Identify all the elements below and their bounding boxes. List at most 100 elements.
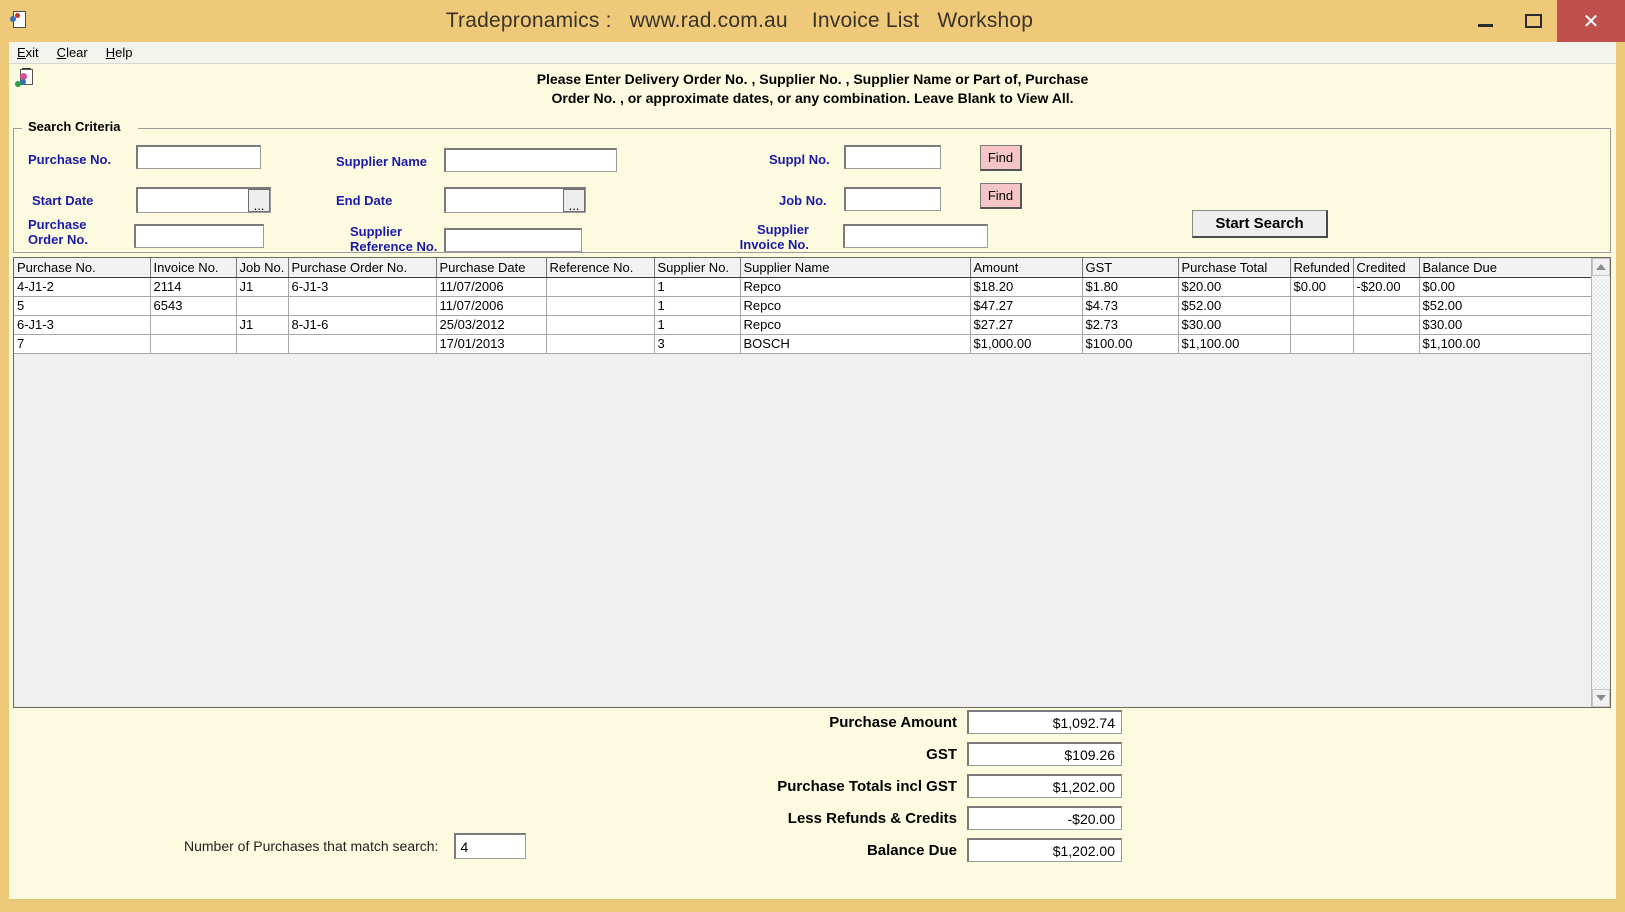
- total-value[interactable]: [967, 774, 1122, 798]
- table-cell[interactable]: [1290, 334, 1354, 354]
- table-cell[interactable]: [546, 334, 655, 354]
- find-supplier-button[interactable]: Find: [980, 145, 1022, 171]
- table-cell[interactable]: J1: [236, 277, 289, 297]
- table-cell[interactable]: $1,100.00: [1419, 334, 1591, 354]
- table-cell[interactable]: $27.27: [970, 315, 1083, 335]
- table-cell[interactable]: -$20.00: [1353, 277, 1420, 297]
- supplier-name-input[interactable]: [444, 148, 617, 172]
- table-cell[interactable]: 1: [654, 277, 741, 297]
- end-date-picker-button[interactable]: ...: [563, 189, 585, 212]
- start-date-picker-button[interactable]: ...: [248, 189, 270, 212]
- table-cell[interactable]: $2.73: [1082, 315, 1179, 335]
- suppl-no-input[interactable]: [844, 145, 941, 169]
- table-cell[interactable]: $47.27: [970, 296, 1083, 316]
- table-cell[interactable]: [546, 277, 655, 297]
- table-cell[interactable]: 5: [14, 296, 151, 316]
- table-cell[interactable]: $0.00: [1290, 277, 1354, 297]
- grid-column-header[interactable]: Credited: [1353, 258, 1420, 278]
- grid-column-header[interactable]: Purchase No.: [14, 258, 151, 278]
- menu-item-clear[interactable]: Clear: [57, 45, 88, 60]
- table-cell[interactable]: $1,000.00: [970, 334, 1083, 354]
- table-cell[interactable]: Repco: [740, 277, 971, 297]
- menu-item-help[interactable]: Help: [106, 45, 133, 60]
- supplier-reference-no-input[interactable]: [444, 228, 582, 252]
- grid-column-header[interactable]: Supplier Name: [740, 258, 971, 278]
- table-cell[interactable]: 11/07/2006: [436, 277, 547, 297]
- grid-column-header[interactable]: GST: [1082, 258, 1179, 278]
- table-row[interactable]: 6-J1-3 J1 8-J1-6 25/03/2012 1 Repco $27.27 $2.7…: [14, 315, 1591, 335]
- table-cell[interactable]: [150, 315, 237, 335]
- table-cell[interactable]: 6-J1-3: [288, 277, 437, 297]
- table-cell[interactable]: $52.00: [1178, 296, 1291, 316]
- table-row[interactable]: 7 17/01/2013 3 BOSCH $1,000.00 $100.00 $1,100.…: [14, 334, 1591, 354]
- grid-column-header[interactable]: Supplier No.: [654, 258, 741, 278]
- grid-column-header[interactable]: Purchase Total: [1178, 258, 1291, 278]
- table-cell[interactable]: 4-J1-2: [14, 277, 151, 297]
- grid-column-header[interactable]: Balance Due: [1419, 258, 1591, 278]
- total-value[interactable]: [967, 838, 1122, 862]
- minimize-button[interactable]: [1461, 0, 1509, 42]
- table-cell[interactable]: $30.00: [1419, 315, 1591, 335]
- scroll-track[interactable]: [1592, 276, 1610, 689]
- purchase-order-no-input[interactable]: [134, 224, 264, 248]
- table-cell[interactable]: BOSCH: [740, 334, 971, 354]
- grid-column-header[interactable]: Invoice No.: [150, 258, 237, 278]
- table-cell[interactable]: $0.00: [1419, 277, 1591, 297]
- table-cell[interactable]: 1: [654, 315, 741, 335]
- table-cell[interactable]: 3: [654, 334, 741, 354]
- grid-column-header[interactable]: Purchase Order No.: [288, 258, 437, 278]
- match-count-value[interactable]: [454, 833, 527, 859]
- purchase-no-input[interactable]: [136, 145, 261, 169]
- total-value[interactable]: [967, 806, 1122, 830]
- table-cell[interactable]: $1.80: [1082, 277, 1179, 297]
- table-cell[interactable]: $20.00: [1178, 277, 1291, 297]
- table-cell[interactable]: Repco: [740, 296, 971, 316]
- table-cell[interactable]: $100.00: [1082, 334, 1179, 354]
- scroll-down-arrow-icon[interactable]: [1592, 689, 1610, 707]
- table-cell[interactable]: 7: [14, 334, 151, 354]
- grid-column-header[interactable]: Refunded: [1290, 258, 1354, 278]
- table-cell[interactable]: 8-J1-6: [288, 315, 437, 335]
- table-cell[interactable]: [288, 296, 437, 316]
- table-cell[interactable]: [288, 334, 437, 354]
- table-cell[interactable]: 11/07/2006: [436, 296, 547, 316]
- table-cell[interactable]: 25/03/2012: [436, 315, 547, 335]
- table-cell[interactable]: [1353, 315, 1420, 335]
- menu-item-exit[interactable]: Exit: [17, 45, 39, 60]
- grid-column-header[interactable]: Job No.: [236, 258, 289, 278]
- table-cell[interactable]: J1: [236, 315, 289, 335]
- table-cell[interactable]: Repco: [740, 315, 971, 335]
- start-search-button[interactable]: Start Search: [1192, 210, 1328, 238]
- maximize-button[interactable]: [1509, 0, 1557, 42]
- grid-column-header[interactable]: Purchase Date: [436, 258, 547, 278]
- table-cell[interactable]: 2114: [150, 277, 237, 297]
- grid-column-header[interactable]: Reference No.: [546, 258, 655, 278]
- table-cell[interactable]: [1353, 334, 1420, 354]
- table-cell[interactable]: $4.73: [1082, 296, 1179, 316]
- table-cell[interactable]: $1,100.00: [1178, 334, 1291, 354]
- table-cell[interactable]: [1353, 296, 1420, 316]
- table-cell[interactable]: $18.20: [970, 277, 1083, 297]
- table-cell[interactable]: [236, 296, 289, 316]
- table-cell[interactable]: [546, 296, 655, 316]
- find-job-button[interactable]: Find: [980, 183, 1022, 209]
- total-value[interactable]: [967, 710, 1122, 734]
- table-cell[interactable]: [1290, 315, 1354, 335]
- start-date-field[interactable]: ...: [136, 187, 271, 213]
- table-cell[interactable]: [150, 334, 237, 354]
- scroll-up-arrow-icon[interactable]: [1592, 258, 1610, 276]
- table-row[interactable]: 4-J1-2 2114 J1 6-J1-3 11/07/2006 1 Repco $18.20…: [14, 277, 1591, 297]
- table-cell[interactable]: $52.00: [1419, 296, 1591, 316]
- table-cell[interactable]: [236, 334, 289, 354]
- grid-column-header[interactable]: Amount: [970, 258, 1083, 278]
- table-cell[interactable]: $30.00: [1178, 315, 1291, 335]
- table-cell[interactable]: 6543: [150, 296, 237, 316]
- job-no-input[interactable]: [844, 187, 941, 211]
- table-cell[interactable]: [546, 315, 655, 335]
- total-value[interactable]: [967, 742, 1122, 766]
- supplier-invoice-no-input[interactable]: [843, 224, 988, 248]
- table-cell[interactable]: 1: [654, 296, 741, 316]
- table-row[interactable]: 5 6543 11/07/2006 1 Repco $47.27 $4.73 $52.00 $5…: [14, 296, 1591, 316]
- table-cell[interactable]: 17/01/2013: [436, 334, 547, 354]
- table-cell[interactable]: [1290, 296, 1354, 316]
